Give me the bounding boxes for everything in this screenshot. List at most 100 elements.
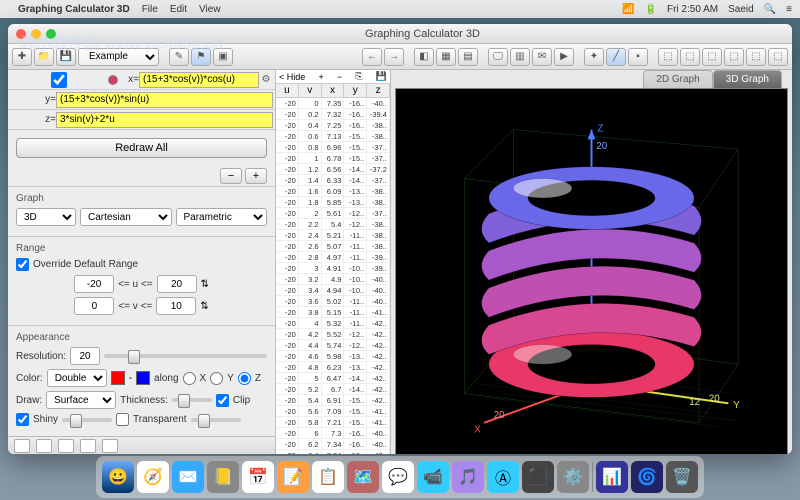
table-row[interactable]: -200.86.96-15..-37..	[276, 142, 390, 153]
type-select[interactable]: Parametric	[176, 208, 268, 226]
transparent-slider[interactable]	[191, 418, 241, 422]
u-max-input[interactable]	[157, 275, 197, 293]
v-min-input[interactable]	[74, 297, 114, 315]
shiny-slider[interactable]	[62, 418, 112, 422]
flag-icon[interactable]: ⚑	[191, 48, 211, 66]
wifi-icon[interactable]: 📶	[622, 4, 634, 15]
table-rows[interactable]: -2007.35-16..-40..-200.27.32-16..-39.4 -2…	[276, 98, 390, 454]
table-row[interactable]: -201.66.09-13..-38..	[276, 186, 390, 197]
u-min-input[interactable]	[74, 275, 114, 293]
new-icon[interactable]: ✚	[12, 48, 32, 66]
rot1-icon[interactable]: ⬚	[658, 48, 678, 66]
screen-icon[interactable]: 🖵	[488, 48, 508, 66]
override-range-check[interactable]	[16, 258, 29, 271]
app2-icon[interactable]: 🌀	[631, 461, 663, 493]
bb5-icon[interactable]	[102, 439, 118, 453]
transparent-check[interactable]	[116, 413, 129, 426]
spotlight-icon[interactable]: 🔍	[764, 4, 776, 15]
table-row[interactable]: -2034.91-10..-39..	[276, 263, 390, 274]
table-row[interactable]: -205.87.21-15..-41..	[276, 417, 390, 428]
file-menu[interactable]: File	[142, 4, 158, 15]
play-icon[interactable]: ▶	[554, 48, 574, 66]
color2-swatch[interactable]	[136, 371, 150, 385]
nav-fwd-icon[interactable]: →	[384, 48, 404, 66]
dim-select[interactable]: 3D	[16, 208, 76, 226]
table-row[interactable]: -202.45.21-11..-38..	[276, 230, 390, 241]
mail-icon[interactable]: ✉️	[172, 461, 204, 493]
reminders-icon[interactable]: 📋	[312, 461, 344, 493]
table-row[interactable]: -202.65.07-11..-38..	[276, 241, 390, 252]
table-row[interactable]: -205.46.91-15..-42..	[276, 395, 390, 406]
tab-3d[interactable]: 3D Graph	[713, 70, 782, 88]
app1-icon[interactable]: 📊	[596, 461, 628, 493]
table-row[interactable]: -2016.78-15..-37..	[276, 153, 390, 164]
axis-z-radio[interactable]	[238, 372, 251, 385]
close-button[interactable]	[16, 29, 26, 39]
safari-icon[interactable]: 🧭	[137, 461, 169, 493]
3d-viewport[interactable]: X Y Z 20 12 20 20	[395, 88, 788, 454]
open-icon[interactable]: 📁	[34, 48, 54, 66]
draw-mode-select[interactable]: Surface	[46, 391, 116, 409]
eq-color-dot[interactable]	[108, 75, 118, 85]
table-export-icon[interactable]: ⎘	[355, 71, 362, 82]
bb2-icon[interactable]	[36, 439, 52, 453]
zoom-button[interactable]	[46, 29, 56, 39]
table-row[interactable]: -2025.61-12..-37..	[276, 208, 390, 219]
eq-y-input[interactable]	[56, 92, 273, 108]
col-u[interactable]: u	[276, 84, 299, 97]
table-row[interactable]: -203.24.9-10..-40..	[276, 274, 390, 285]
example-select[interactable]: Example	[78, 48, 159, 66]
maps-icon[interactable]: 🗺️	[347, 461, 379, 493]
calendar-icon[interactable]: 📅	[242, 461, 274, 493]
table-row[interactable]: -202.25.4-12..-38..	[276, 219, 390, 230]
table-row[interactable]: -204.65.98-13..-42..	[276, 351, 390, 362]
notes-icon[interactable]: 📝	[277, 461, 309, 493]
view2-icon[interactable]: ▤	[458, 48, 478, 66]
table-row[interactable]: -205.26.7-14..-42..	[276, 384, 390, 395]
axes-icon[interactable]: ✦	[584, 48, 604, 66]
table-rem[interactable]: −	[337, 72, 342, 82]
table-row[interactable]: -2007.35-16..-40..	[276, 98, 390, 109]
res-slider[interactable]	[104, 354, 267, 358]
appstore-icon[interactable]: Ⓐ	[487, 461, 519, 493]
color1-swatch[interactable]	[111, 371, 125, 385]
table-row[interactable]: -206.27.34-16..-40..	[276, 439, 390, 450]
v-max-input[interactable]	[156, 297, 196, 315]
eq-x-enable[interactable]	[13, 72, 105, 88]
bb1-icon[interactable]	[14, 439, 30, 453]
cube-icon[interactable]: ◧	[414, 48, 434, 66]
coord-select[interactable]: Cartesian	[80, 208, 172, 226]
col-x[interactable]: x	[322, 84, 345, 97]
facetime-icon[interactable]: 📹	[417, 461, 449, 493]
table-row[interactable]: -202.84.97-11..-39..	[276, 252, 390, 263]
eq-z-input[interactable]	[56, 112, 273, 128]
rot5-icon[interactable]: ⬚	[746, 48, 766, 66]
messages-icon[interactable]: 💬	[382, 461, 414, 493]
color-mode-select[interactable]: Double	[47, 369, 107, 387]
app-menu[interactable]: Graphing Calculator 3D	[18, 4, 130, 15]
table-row[interactable]: -2067.3-16..-40..	[276, 428, 390, 439]
stroke-icon[interactable]: ╱	[606, 48, 626, 66]
rot2-icon[interactable]: ⬚	[680, 48, 700, 66]
table-row[interactable]: -200.27.32-16..-39.4	[276, 109, 390, 120]
col-y[interactable]: y	[344, 84, 367, 97]
trash-icon[interactable]: 🗑️	[666, 461, 698, 493]
remove-eq-button[interactable]: −	[220, 168, 242, 184]
grid-icon[interactable]: ▥	[510, 48, 530, 66]
view1-icon[interactable]: ▦	[436, 48, 456, 66]
eq-x-input[interactable]	[139, 72, 259, 88]
thick-slider[interactable]	[172, 398, 212, 402]
v-stepper[interactable]: ⇅	[200, 301, 208, 312]
view-menu[interactable]: View	[199, 4, 221, 15]
table-row[interactable]: -203.44.94-10..-40..	[276, 285, 390, 296]
tab-2d[interactable]: 2D Graph	[643, 70, 712, 88]
table-save-icon[interactable]: 💾	[376, 71, 387, 82]
res-input[interactable]	[70, 347, 100, 365]
add-eq-button[interactable]: +	[245, 168, 267, 184]
user-menu[interactable]: Saeid	[728, 4, 754, 15]
rot4-icon[interactable]: ⬚	[724, 48, 744, 66]
mail-icon[interactable]: ✉	[532, 48, 552, 66]
table-row[interactable]: -201.85.85-13..-38..	[276, 197, 390, 208]
color-icon[interactable]: ▪	[628, 48, 648, 66]
rot6-icon[interactable]: ⬚	[768, 48, 788, 66]
